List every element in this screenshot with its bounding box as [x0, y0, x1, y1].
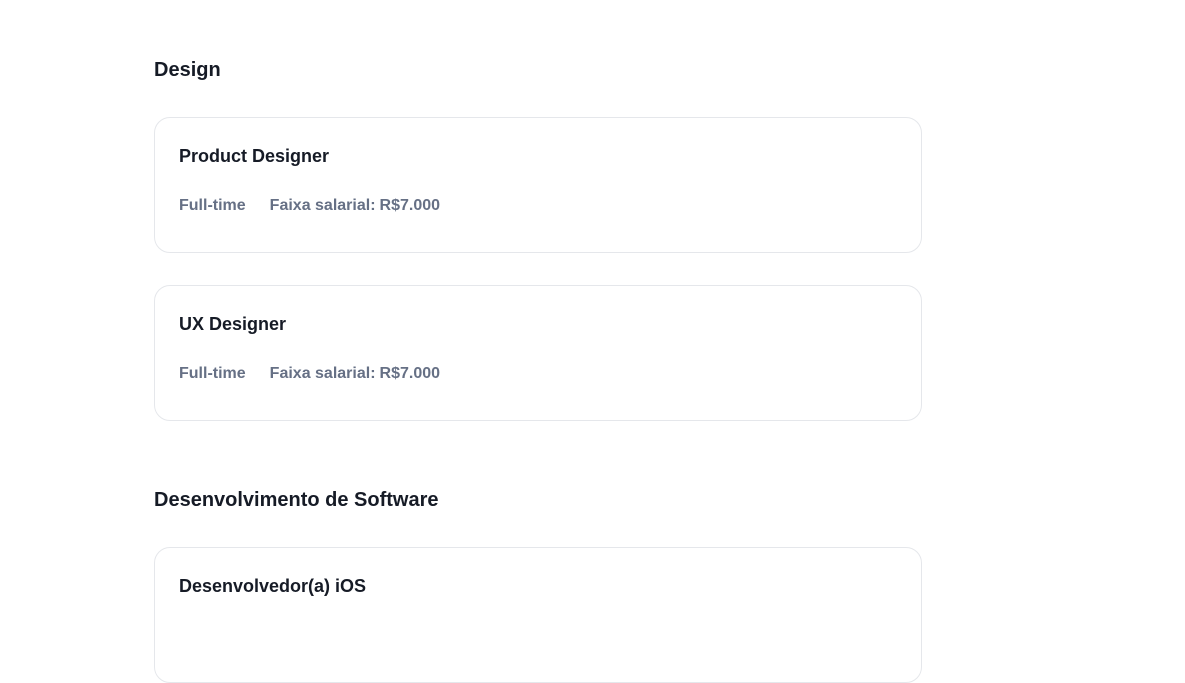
job-type: Full-time [179, 365, 246, 382]
salary-value: R$7.000 [379, 197, 441, 214]
job-title: UX Designer [179, 314, 287, 334]
salary-value: R$7.000 [379, 365, 441, 382]
section-title-software-development: Desenvolvimento de Software [154, 489, 439, 511]
job-card-ux-designer[interactable]: UX Designer Full-time Faixa salarial: R$… [154, 285, 922, 421]
job-title: Product Designer [179, 146, 330, 166]
job-salary: Faixa salarial: R$7.000 [270, 364, 440, 384]
job-card-product-designer[interactable]: Product Designer Full-time Faixa salaria… [154, 117, 922, 253]
job-card-ios-developer[interactable]: Desenvolvedor(a) iOS [154, 547, 922, 683]
job-title: Desenvolvedor(a) iOS [179, 576, 367, 596]
salary-label: Faixa salarial: [269, 197, 376, 214]
section-title-design: Design [154, 59, 221, 81]
job-type: Full-time [179, 197, 246, 214]
job-salary: Faixa salarial: R$7.000 [270, 196, 440, 216]
job-meta: Full-time Faixa salarial: R$7.000 [179, 196, 440, 216]
job-meta: Full-time Faixa salarial: R$7.000 [179, 364, 440, 384]
salary-label: Faixa salarial: [269, 365, 376, 382]
